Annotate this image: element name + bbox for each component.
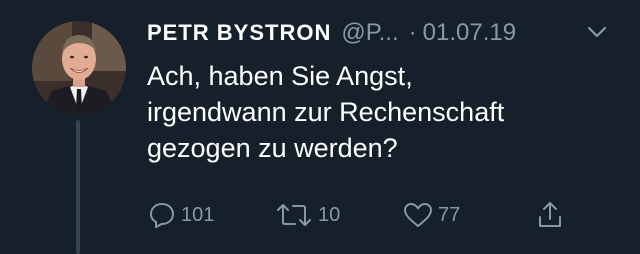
share-upload-icon: [539, 202, 561, 227]
like-button[interactable]: 77: [402, 198, 460, 232]
separator-dot: ·: [408, 19, 417, 46]
retweet-button[interactable]: 10: [274, 198, 340, 232]
reply-button[interactable]: 101: [147, 198, 214, 232]
tweet-date[interactable]: 01.07.19: [423, 19, 516, 47]
reply-count: 101: [181, 203, 215, 226]
tweet-text-line: irgendwann zur Rechenschaft: [147, 97, 505, 127]
like-count: 77: [438, 203, 461, 226]
heart-icon: [404, 203, 432, 227]
share-button[interactable]: [535, 198, 565, 232]
tweet-text-line: Ach, haben Sie Angst,: [147, 61, 413, 91]
tweet-text-line: gezogen zu werden?: [147, 133, 398, 163]
speech-bubble-icon: [150, 203, 174, 228]
retweet-count: 10: [318, 203, 341, 226]
author-display-name[interactable]: PETR BYSTRON: [147, 20, 331, 46]
tweet-actions: 101 10 77: [147, 198, 617, 232]
tweet-text: Ach, haben Sie Angst, irgendwann zur Rec…: [147, 58, 627, 166]
author-handle[interactable]: @P...: [341, 19, 398, 47]
avatar[interactable]: [32, 21, 126, 115]
thread-line: [76, 120, 80, 254]
chevron-down-icon[interactable]: [585, 22, 609, 42]
retweet-arrows-icon: [277, 204, 311, 226]
profile-photo-icon: [32, 21, 126, 115]
tweet-header: PETR BYSTRON @P... · 01.07.19: [147, 16, 617, 50]
tweet[interactable]: PETR BYSTRON @P... · 01.07.19 Ach, haben…: [0, 0, 640, 254]
